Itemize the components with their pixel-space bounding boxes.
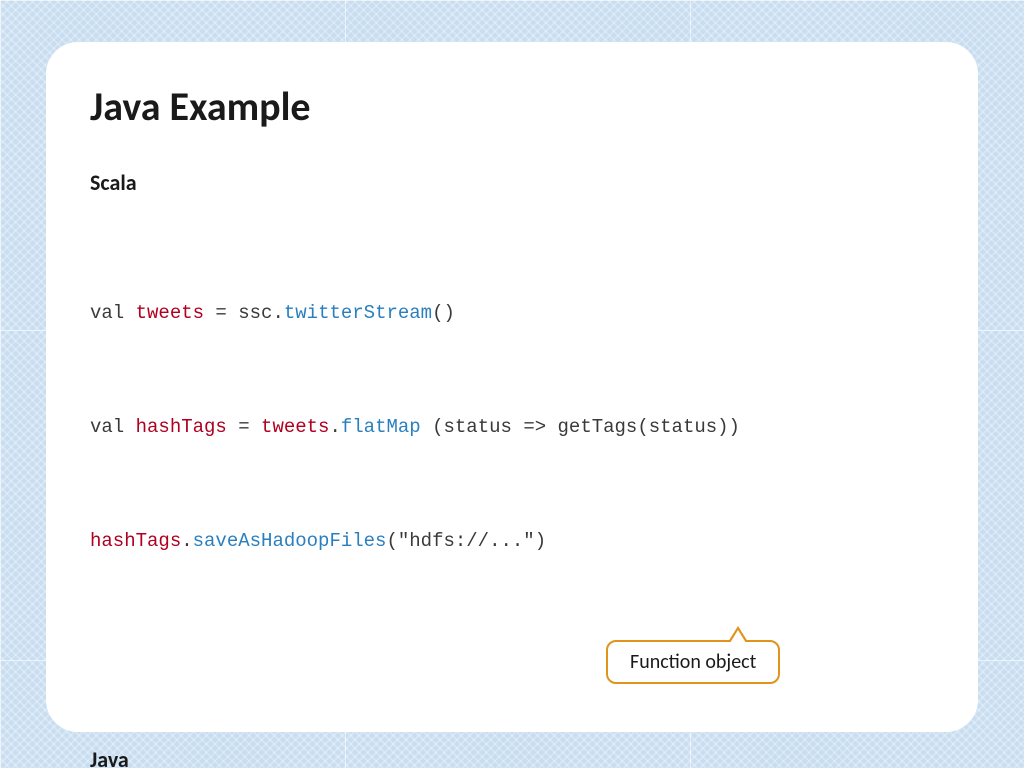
- callout-function-object: Function object: [606, 640, 780, 684]
- scala-line-1: val tweets = ssc.twitterStream(): [90, 294, 934, 332]
- scala-code-block: val tweets = ssc.twitterStream() val has…: [90, 218, 934, 636]
- scala-line-3: hashTags.saveAsHadoopFiles("hdfs://..."): [90, 522, 934, 560]
- java-heading: Java: [90, 746, 934, 768]
- scala-line-2: val hashTags = tweets.flatMap (status =>…: [90, 408, 934, 446]
- slide-title: Java Example: [90, 82, 934, 131]
- slide-card: Java Example Scala val tweets = ssc.twit…: [46, 42, 978, 732]
- scala-heading: Scala: [90, 169, 934, 196]
